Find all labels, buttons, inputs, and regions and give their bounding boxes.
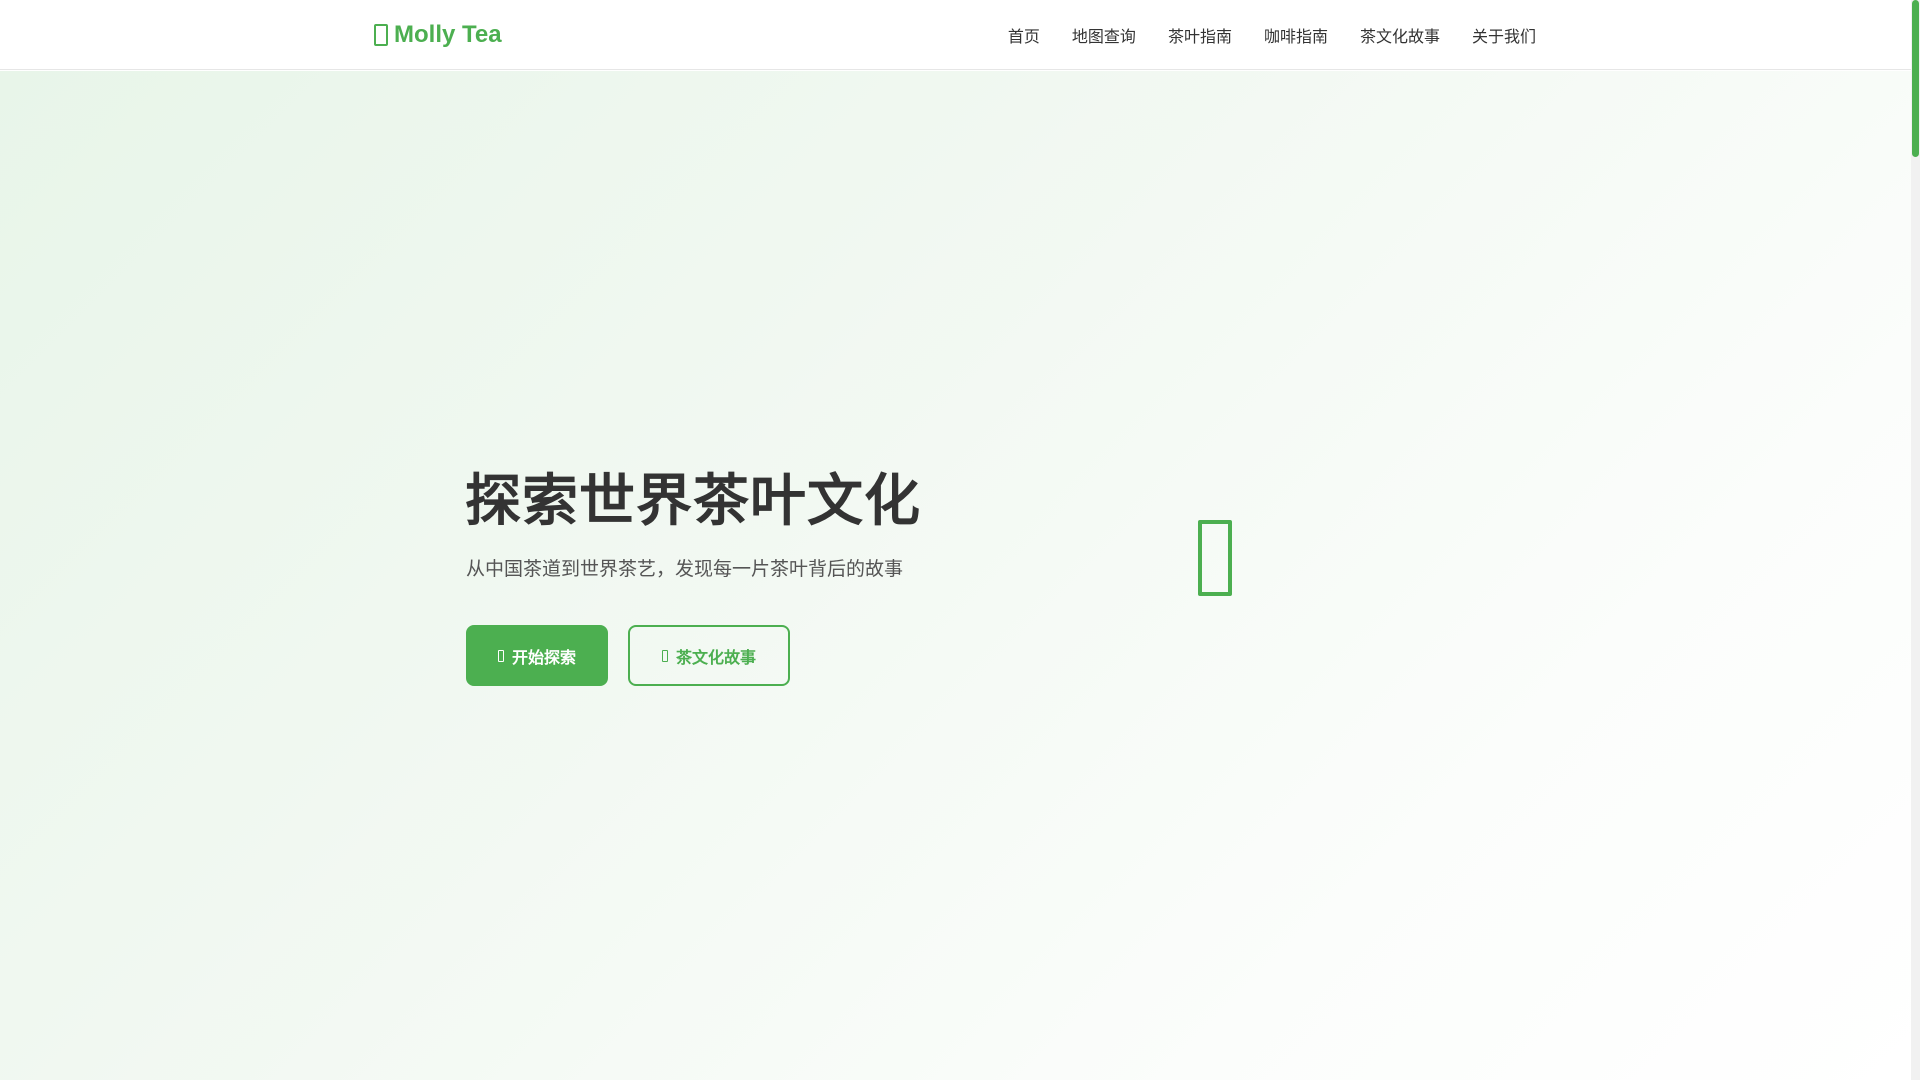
nav-item-coffee-guide[interactable]: 咖啡指南 xyxy=(1264,27,1328,46)
nav-menu: 首页 地图查询 茶叶指南 咖啡指南 茶文化故事 关于我们 xyxy=(1008,0,1536,70)
nav-item-tea-guide[interactable]: 茶叶指南 xyxy=(1168,27,1232,46)
start-explore-button[interactable]: 开始探索 xyxy=(466,625,608,686)
nav-item-map-search[interactable]: 地图查询 xyxy=(1072,27,1136,46)
hero-title: 探索世界茶叶文化 xyxy=(465,469,921,534)
nav-item-home[interactable]: 首页 xyxy=(1008,27,1040,46)
nav-item-about-us[interactable]: 关于我们 xyxy=(1472,27,1536,46)
brand-name: Molly Tea xyxy=(394,21,502,48)
book-icon xyxy=(661,649,668,662)
page-scrollbar[interactable] xyxy=(1911,0,1920,1080)
hero-subtitle: 从中国茶道到世界茶艺，发现每一片茶叶背后的故事 xyxy=(466,558,904,580)
nav-item-tea-culture-stories[interactable]: 茶文化故事 xyxy=(1360,27,1440,46)
compass-icon xyxy=(497,649,504,662)
hero-section: 探索世界茶叶文化 从中国茶道到世界茶艺，发现每一片茶叶背后的故事 开始探索 茶文… xyxy=(0,71,1911,1080)
scrollbar-thumb[interactable] xyxy=(1912,0,1919,157)
start-explore-label: 开始探索 xyxy=(511,647,576,667)
tea-leaf-icon xyxy=(1198,520,1232,596)
leaf-icon xyxy=(374,24,388,46)
tea-culture-stories-label: 茶文化故事 xyxy=(675,647,756,667)
tea-culture-stories-button[interactable]: 茶文化故事 xyxy=(628,625,790,686)
brand-logo-link[interactable]: Molly Tea xyxy=(374,0,502,70)
top-navbar: Molly Tea 首页 地图查询 茶叶指南 咖啡指南 茶文化故事 关于我们 xyxy=(0,0,1911,70)
